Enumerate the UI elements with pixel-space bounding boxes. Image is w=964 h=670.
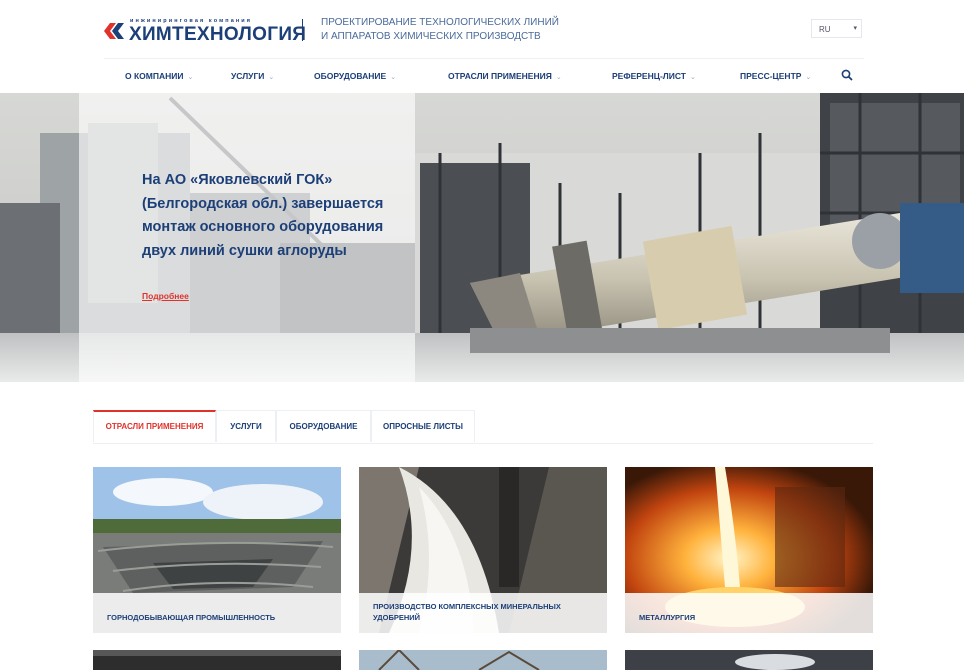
nav-label: ОТРАСЛИ ПРИМЕНЕНИЯ <box>448 71 552 81</box>
nav-label: ПРЕСС-ЦЕНТР <box>740 71 802 81</box>
search-icon[interactable] <box>841 69 853 81</box>
hero-title: На АО «Яковлевский ГОК» (Белгородская об… <box>142 172 384 259</box>
logo-divider <box>302 19 303 41</box>
main-nav: О КОМПАНИИ ⌄ УСЛУГИ ⌄ ОБОРУДОВАНИЕ ⌄ ОТРАСЛ… <box>104 58 864 92</box>
logo-mark-icon <box>104 23 124 39</box>
chevron-down-icon: ⌄ <box>805 74 812 81</box>
card-metallurgy[interactable]: МЕТАЛЛУРГИЯ <box>625 467 873 633</box>
company-logo[interactable]: инжиниринговая компания ХИМТЕХНОЛОГИЯ <box>102 18 306 45</box>
nav-label: РЕФЕРЕНЦ-ЛИСТ <box>612 71 686 81</box>
chevron-down-icon: ⌄ <box>268 74 275 81</box>
nav-label: ОБОРУДОВАНИЕ <box>314 71 387 81</box>
chevron-down-icon: ⌄ <box>555 74 562 81</box>
card-title: ПРОИЗВОДСТВО КОМПЛЕКСНЫХ МИНЕРАЛЬНЫХ УДО… <box>373 602 561 622</box>
caret-down-icon: ▾ <box>853 25 857 32</box>
nav-item-about[interactable]: О КОМПАНИИ ⌄ <box>125 71 193 81</box>
tab-questionnaires[interactable]: ОПРОСНЫЕ ЛИСТЫ <box>371 410 475 442</box>
card-label-bar: ПРОИЗВОДСТВО КОМПЛЕКСНЫХ МИНЕРАЛЬНЫХ УДО… <box>359 593 607 633</box>
tagline-line-2: И АППАРАТОВ ХИМИЧЕСКИХ ПРОИЗВОДСТВ <box>321 30 541 42</box>
nav-label: УСЛУГИ <box>231 71 265 81</box>
language-value: RU <box>819 25 831 34</box>
card-image <box>359 650 607 670</box>
logo-title: ХИМТЕХНОЛОГИЯ <box>129 24 307 45</box>
category-tabs: ОТРАСЛИ ПРИМЕНЕНИЯ УСЛУГИ ОБОРУДОВАНИЕ О… <box>93 410 873 444</box>
hero-more-link[interactable]: Подробнее <box>142 291 189 301</box>
language-select[interactable]: RU ▾ <box>811 19 862 38</box>
card-row2-1[interactable] <box>93 650 341 670</box>
nav-item-industries[interactable]: ОТРАСЛИ ПРИМЕНЕНИЯ ⌄ <box>448 71 562 81</box>
card-fertilizers[interactable]: ПРОИЗВОДСТВО КОМПЛЕКСНЫХ МИНЕРАЛЬНЫХ УДО… <box>359 467 607 633</box>
tab-industries[interactable]: ОТРАСЛИ ПРИМЕНЕНИЯ <box>93 410 216 442</box>
card-title: МЕТАЛЛУРГИЯ <box>639 612 696 622</box>
tab-equipment[interactable]: ОБОРУДОВАНИЕ <box>276 410 371 442</box>
card-label-bar: МЕТАЛЛУРГИЯ <box>625 593 873 633</box>
nav-label: О КОМПАНИИ <box>125 71 184 81</box>
site-header: инжиниринговая компания ХИМТЕХНОЛОГИЯ ПР… <box>0 0 964 58</box>
card-image <box>93 650 341 670</box>
nav-item-references[interactable]: РЕФЕРЕНЦ-ЛИСТ ⌄ <box>612 71 696 81</box>
card-image <box>625 650 873 670</box>
tab-services[interactable]: УСЛУГИ <box>216 410 276 442</box>
chevron-down-icon: ⌄ <box>187 74 194 81</box>
card-label-bar: ГОРНОДОБЫВАЮЩАЯ ПРОМЫШЛЕННОСТЬ <box>93 593 341 633</box>
company-tagline: ПРОЕКТИРОВАНИЕ ТЕХНОЛОГИЧЕСКИХ ЛИНИЙ И А… <box>321 16 559 43</box>
chevron-down-icon: ⌄ <box>390 74 397 81</box>
card-row2-3[interactable] <box>625 650 873 670</box>
card-row2-2[interactable] <box>359 650 607 670</box>
nav-item-services[interactable]: УСЛУГИ ⌄ <box>231 71 274 81</box>
nav-item-equipment[interactable]: ОБОРУДОВАНИЕ ⌄ <box>314 71 396 81</box>
tagline-line-1: ПРОЕКТИРОВАНИЕ ТЕХНОЛОГИЧЕСКИХ ЛИНИЙ <box>321 17 559 28</box>
card-title: ГОРНОДОБЫВАЮЩАЯ ПРОМЫШЛЕННОСТЬ <box>107 612 276 622</box>
card-mining[interactable]: ГОРНОДОБЫВАЮЩАЯ ПРОМЫШЛЕННОСТЬ <box>93 467 341 633</box>
chevron-down-icon: ⌄ <box>689 74 696 81</box>
nav-item-press[interactable]: ПРЕСС-ЦЕНТР ⌄ <box>740 71 811 81</box>
